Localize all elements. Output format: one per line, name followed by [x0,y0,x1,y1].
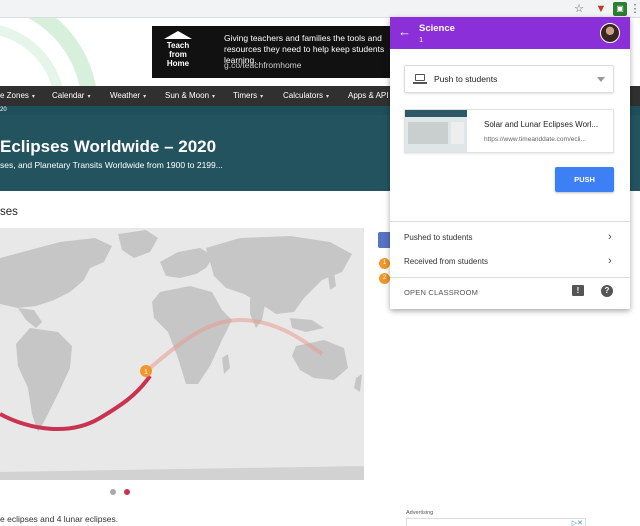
push-button[interactable]: PUSH [555,167,614,192]
eclipse-summary-text: e eclipses and 4 lunar eclipses. [0,514,119,524]
share-to-classroom-popup: ← Science 1 Push to students Solar and L… [390,17,630,309]
avatar[interactable] [600,23,620,43]
received-from-students-row[interactable]: Received from students [404,257,488,266]
class-title: Science [419,23,455,34]
pager-dot-active[interactable] [124,489,131,495]
side-badge[interactable]: 2 [379,273,390,284]
pdf-extension-icon[interactable]: ▼ [594,2,608,16]
nav-item-weather[interactable]: Weather ▾ [110,86,146,106]
ad-close-icon[interactable]: ▷✕ [572,519,583,526]
chevron-down-icon [597,77,605,82]
star-icon[interactable]: ☆ [572,2,586,16]
pushed-to-students-row[interactable]: Pushed to students [404,233,473,242]
eclipse-path [0,374,152,431]
page-subtitle: ses, and Planetary Transits Worldwide fr… [0,160,223,170]
section-heading: ses [0,206,18,218]
ad-url[interactable]: g.co/teachfromhome [224,60,301,70]
divider [390,221,630,222]
arrow-back-icon[interactable]: ← [398,24,411,40]
world-map-graphic: 1 [0,230,364,480]
nav-item-time-zones[interactable]: e Zones ▾ [0,86,35,106]
side-badge[interactable]: 1 [379,258,390,269]
nav-item-calendar[interactable]: Calendar ▾ [52,86,90,106]
nav-item-apps-api[interactable]: Apps & API▾ [348,86,394,106]
menu-icon[interactable]: ⋮ [628,2,640,16]
laptop-icon [413,74,427,85]
open-classroom-link[interactable]: OPEN CLASSROOM [404,288,478,297]
nav-item-sun-moon[interactable]: Sun & Moon ▾ [165,86,215,106]
map-pager [110,482,134,500]
page-title: Eclipses Worldwide – 2020 [0,137,217,156]
nav-item-timers[interactable]: Timers ▾ [233,86,263,106]
destination-label: Push to students [434,74,498,84]
feedback-icon[interactable]: ! [572,285,584,296]
house-icon [164,31,192,39]
pager-dot[interactable] [110,489,116,495]
advertising-label: Advertising [406,510,434,516]
page-preview-url: https://www.timeanddate.com/ecli... [484,136,586,143]
chevron-right-icon[interactable]: › [608,232,612,243]
page-preview-title: Solar and Lunar Eclipses Worl... [484,120,599,129]
page-preview-card: Solar and Lunar Eclipses Worl... https:/… [404,109,614,153]
page-thumbnail [405,110,467,152]
classroom-extension-icon[interactable]: ▣ [613,2,627,16]
browser-toolbar: ☆ ▼ ▣ ⋮ [0,0,640,18]
eclipse-marker-label: 1 [144,369,148,376]
class-subtitle: 1 [419,35,424,44]
chevron-right-icon[interactable]: › [608,256,612,267]
popup-header: ← Science 1 [390,17,630,49]
teach-from-home-ad[interactable]: Teach from Home Giving teachers and fami… [152,26,400,78]
advertising-box[interactable]: ▷✕ [406,518,586,526]
divider [390,277,630,278]
teach-from-home-logo: Teach from Home [158,31,198,73]
push-destination-select[interactable]: Push to students [404,65,614,93]
help-icon[interactable]: ? [601,285,613,297]
nav-item-calculators[interactable]: Calculators ▾ [283,86,329,106]
decorative-arcs [0,18,96,86]
eclipse-world-map[interactable]: 1 [0,228,364,480]
